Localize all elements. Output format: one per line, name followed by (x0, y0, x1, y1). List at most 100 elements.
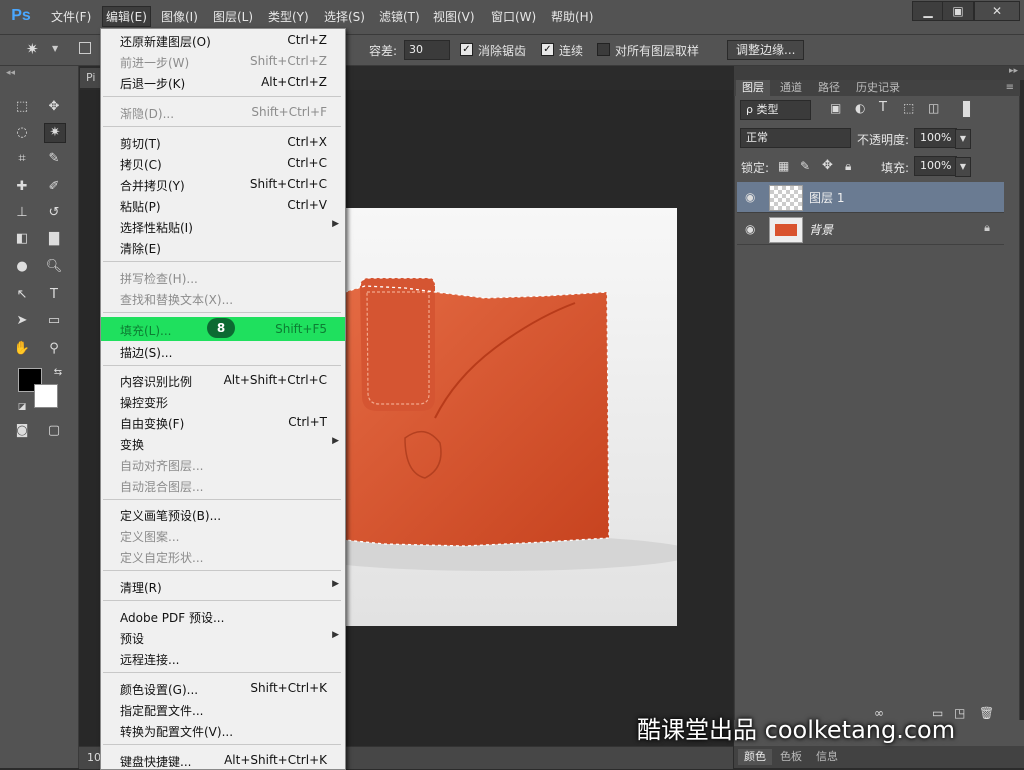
menu-item-stroke[interactable]: 描边(S)... (101, 341, 345, 362)
menu-item-step-forward[interactable]: 前进一步(W) Shift+Ctrl+Z (101, 51, 345, 72)
layer-row[interactable]: ◉ 图层 1 (737, 182, 1004, 213)
menu-item-fade[interactable]: 渐隐(D)... Shift+Ctrl+F (101, 102, 345, 123)
menu-item-free-transform[interactable]: 自由变换(F) Ctrl+T (101, 412, 345, 433)
dodge-tool-icon[interactable]: 🔍︎ (44, 258, 64, 276)
menu-item-define-shape[interactable]: 定义自定形状... (101, 546, 345, 567)
filter-image-icon[interactable]: ▣ (830, 101, 841, 115)
fill-dropdown-icon[interactable]: ▼ (955, 157, 971, 177)
menu-item-fill[interactable]: 填充(L)... 8 Shift+F5 (101, 317, 345, 341)
menu-item-puppet-warp[interactable]: 操控变形 (101, 391, 345, 412)
refine-edge-button[interactable]: 调整边缘... (727, 40, 805, 60)
sample-all-layers-checkbox[interactable] (597, 43, 610, 56)
close-icon[interactable]: ✕ (974, 1, 1020, 21)
filter-toggle-icon[interactable] (962, 100, 971, 118)
menu-item-remote-connections[interactable]: 远程连接... (101, 648, 345, 669)
filter-shape-icon[interactable]: ⬚ (903, 101, 914, 115)
antialias-checkbox[interactable]: ✓ (460, 43, 473, 56)
menu-view[interactable]: 视图(V) (433, 8, 475, 25)
tab-history[interactable]: 历史记录 (850, 80, 906, 96)
visibility-eye-icon[interactable]: ◉ (745, 190, 755, 204)
menu-item-copy-merged[interactable]: 合并拷贝(Y) Shift+Ctrl+C (101, 174, 345, 195)
fill-input[interactable]: 100% (914, 156, 957, 176)
tab-color[interactable]: 颜色 (738, 749, 772, 765)
panel-menu-icon[interactable]: ≡ (1006, 82, 1014, 93)
tab-channels[interactable]: 通道 (774, 80, 808, 96)
menu-window[interactable]: 窗口(W) (491, 8, 536, 25)
blend-mode-dropdown[interactable]: 正常 (740, 128, 851, 148)
menu-filter[interactable]: 滤镜(T) (379, 8, 420, 25)
filter-adjustment-icon[interactable]: ◐ (855, 101, 865, 115)
menu-item-content-aware-scale[interactable]: 内容识别比例 Alt+Shift+Ctrl+C (101, 370, 345, 391)
tab-swatches[interactable]: 色板 (774, 749, 808, 765)
lock-pixels-icon[interactable]: ✎ (800, 159, 810, 173)
type-tool-icon[interactable]: T (44, 286, 64, 304)
shape-tool-icon[interactable]: ▭ (44, 312, 64, 330)
menu-item-convert-profile[interactable]: 转换为配置文件(V)... (101, 720, 345, 741)
contiguous-checkbox[interactable]: ✓ (541, 43, 554, 56)
marquee-tool-icon[interactable]: ⬚ (12, 98, 32, 116)
filter-smart-object-icon[interactable]: ◫ (928, 101, 939, 115)
tolerance-input[interactable]: 30 (404, 40, 450, 60)
menu-item-spell-check[interactable]: 拼写检查(H)... (101, 267, 345, 288)
lock-position-icon[interactable]: ✥ (822, 158, 833, 173)
menu-file[interactable]: 文件(F) (51, 8, 91, 25)
new-layer-icon[interactable]: ◳ (954, 706, 965, 720)
pen-tool-icon[interactable]: ↖ (12, 286, 32, 304)
quick-mask-icon[interactable]: ◙ (12, 422, 32, 440)
menu-edit[interactable]: 编辑(E) (102, 6, 151, 27)
background-color-swatch[interactable] (34, 384, 58, 408)
blur-tool-icon[interactable]: ● (12, 258, 32, 276)
zoom-status[interactable]: 10 (87, 751, 101, 764)
screen-mode-icon[interactable]: ▢ (44, 422, 64, 440)
menu-item-auto-blend[interactable]: 自动混合图层... (101, 475, 345, 496)
menu-item-paste[interactable]: 粘贴(P) Ctrl+V (101, 195, 345, 216)
move-tool-icon[interactable]: ✥ (44, 98, 64, 116)
default-colors-icon[interactable]: ◪ (12, 398, 32, 416)
magic-wand-tool-icon[interactable]: ✷ (44, 123, 66, 143)
menu-item-auto-align[interactable]: 自动对齐图层... (101, 454, 345, 475)
delete-layer-icon[interactable]: 🗑︎ (979, 706, 994, 720)
menu-type[interactable]: 类型(Y) (268, 8, 309, 25)
menu-item-clear[interactable]: 清除(E) (101, 237, 345, 258)
new-selection-icon[interactable] (79, 42, 91, 54)
tab-info[interactable]: 信息 (810, 749, 844, 765)
menu-item-copy[interactable]: 拷贝(C) Ctrl+C (101, 153, 345, 174)
filter-type-icon[interactable]: T (879, 100, 887, 115)
eraser-tool-icon[interactable]: ◧ (12, 230, 32, 248)
minimize-icon[interactable]: ▁ (912, 1, 944, 21)
menu-item-color-settings[interactable]: 颜色设置(G)... Shift+Ctrl+K (101, 678, 345, 699)
menu-image[interactable]: 图像(I) (161, 8, 198, 25)
menu-item-step-backward[interactable]: 后退一步(K) Alt+Ctrl+Z (101, 72, 345, 93)
menu-layer[interactable]: 图层(L) (213, 8, 253, 25)
lock-all-icon[interactable]: 🔒︎ (845, 159, 851, 174)
menu-item-cut[interactable]: 剪切(T) Ctrl+X (101, 132, 345, 153)
tab-layers[interactable]: 图层 (736, 80, 770, 96)
clone-stamp-icon[interactable]: ⊥ (12, 204, 32, 222)
collapse-icon[interactable]: ◂◂ (6, 68, 15, 78)
menu-item-presets[interactable]: 预设 ▶ (101, 627, 345, 648)
menu-item-pdf-presets[interactable]: Adobe PDF 预设... (101, 606, 345, 627)
menu-item-find-replace[interactable]: 查找和替换文本(X)... (101, 288, 345, 309)
lock-transparent-icon[interactable]: ▦ (778, 159, 789, 173)
menu-item-undo[interactable]: 还原新建图层(O) Ctrl+Z (101, 30, 345, 51)
layer-row[interactable]: ◉ 背景 🔒︎ (737, 214, 1004, 245)
menu-select[interactable]: 选择(S) (324, 8, 365, 25)
restore-icon[interactable]: ▣ (942, 1, 974, 21)
crop-tool-icon[interactable]: ⌗ (12, 150, 32, 168)
lasso-tool-icon[interactable]: ◌ (12, 124, 32, 142)
gradient-tool-icon[interactable]: ▇ (44, 230, 64, 248)
menu-item-assign-profile[interactable]: 指定配置文件... (101, 699, 345, 720)
zoom-tool-icon[interactable]: ⚲ (44, 340, 64, 358)
opacity-input[interactable]: 100% (914, 128, 957, 148)
menu-help[interactable]: 帮助(H) (551, 8, 593, 25)
path-select-tool-icon[interactable]: ➤ (12, 312, 32, 330)
expand-icon[interactable]: ▸▸ (1009, 66, 1018, 76)
healing-brush-icon[interactable]: ✚ (12, 178, 32, 196)
history-brush-icon[interactable]: ↺ (44, 204, 64, 222)
eyedropper-tool-icon[interactable]: ✎ (44, 150, 64, 168)
tab-paths[interactable]: 路径 (812, 80, 846, 96)
menu-item-transform[interactable]: 变换 ▶ (101, 433, 345, 454)
hand-tool-icon[interactable]: ✋ (12, 340, 32, 358)
layer-filter-dropdown[interactable]: ρ 类型 (740, 100, 811, 120)
chevron-down-icon[interactable]: ▼ (52, 44, 58, 53)
